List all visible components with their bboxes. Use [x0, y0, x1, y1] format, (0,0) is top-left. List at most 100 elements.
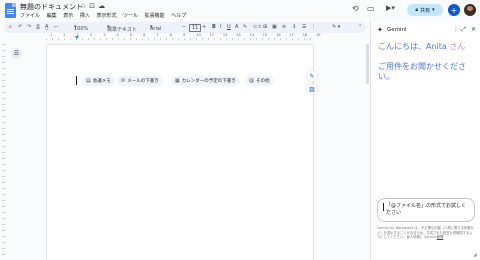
italic-icon[interactable]: I — [220, 24, 221, 30]
gemini-panel: ✦ Gemini ⋮ ⤢ ✕ こんにちは、Anita さん ご用件をお聞かせくだ… — [370, 22, 480, 260]
font-value: Arial — [150, 26, 162, 32]
checklist-icon[interactable]: ☰ — [302, 24, 306, 30]
gemini-prompt-input[interactable]: 「@ファイル名」の形式でお試しください — [377, 198, 475, 222]
comment-icon[interactable]: ▭ — [367, 4, 375, 13]
collapse-toolbar-icon[interactable]: ⌃ — [358, 24, 362, 30]
lock-icon: 🔒︎ — [415, 7, 419, 13]
move-folder-icon[interactable]: ⊡ — [89, 2, 98, 10]
search-menus-icon[interactable]: ⌕ — [9, 24, 12, 30]
gemini-sparkle-icon[interactable]: + — [448, 4, 460, 16]
increase-font-size-icon[interactable]: + — [202, 24, 206, 30]
horizontal-ruler[interactable]: 1 2 1 2 3 4 5 6 7 8 9 10 11 12 13 14 15 16 17 18 19 — [46, 33, 320, 40]
help-me-create-image-icon[interactable]: ▨ — [307, 84, 317, 94]
share-button[interactable]: 🔒︎ 共有 ▾ — [407, 4, 443, 16]
ruler-number: 11 — [209, 33, 215, 37]
gemini-greeting: こんにちは、Anita さん — [378, 42, 474, 52]
history-icon[interactable]: ⟲ — [352, 4, 359, 13]
ruler-number: 16 — [276, 33, 281, 37]
more-vert-icon[interactable]: ⋮ — [453, 26, 459, 33]
greeting-part-b: さん — [449, 42, 466, 51]
menu-help[interactable]: ヘルプ — [171, 13, 186, 19]
menu-file[interactable]: ファイル — [20, 13, 40, 19]
chip-more[interactable]: @ その他 — [245, 76, 274, 86]
at-icon: @ — [249, 78, 254, 84]
calendar-icon: ▦ — [175, 78, 180, 84]
menu-bar: ファイル 編集 表示 挿入 表示形式 ツール 拡張機能 ヘルプ — [20, 12, 191, 19]
vertical-ruler[interactable] — [2, 44, 5, 260]
menu-edit[interactable]: 編集 — [47, 13, 57, 19]
star-icon[interactable]: ☆ — [80, 2, 89, 10]
add-comment-icon[interactable]: ⊞ — [263, 24, 267, 30]
ruler-number: 8 — [169, 33, 172, 37]
close-icon[interactable]: ✕ — [471, 26, 476, 33]
ruler-number: 3 — [103, 33, 106, 37]
document-title[interactable]: 無題のドキュメント — [20, 2, 83, 12]
cloud-status-icon[interactable]: ☁ — [98, 2, 108, 10]
ruler-number: 1 — [50, 33, 53, 37]
avatar[interactable] — [464, 4, 476, 16]
text-cursor — [76, 76, 77, 85]
ruler-number: 12 — [222, 33, 228, 37]
undo-icon[interactable]: ↶ — [18, 24, 22, 30]
formatting-toolbar: ⌕ ↶ ↷ ⎙ A̲ ⌐ 100% ▾ 標準テキスト ▾ Arial ▾ − 1… — [4, 22, 366, 33]
style-value: 標準テキスト — [107, 27, 137, 33]
document-outline-icon[interactable]: ☰ — [11, 48, 22, 59]
font-size-input[interactable]: 11 — [189, 24, 202, 32]
ruler-number: 18 — [302, 33, 308, 37]
redo-icon[interactable]: ↷ — [27, 24, 31, 30]
help-me-write-icon[interactable]: ✎ — [307, 71, 317, 81]
input-cursor — [383, 203, 384, 211]
line-spacing-icon[interactable]: ↕ — [292, 24, 296, 30]
highlight-icon[interactable]: ✎ — [243, 24, 247, 30]
underline-icon[interactable]: U — [227, 24, 231, 30]
zoom-value: 100% — [74, 26, 89, 32]
expand-icon[interactable]: ⤢ — [461, 26, 466, 34]
indent-marker-icon[interactable] — [75, 36, 79, 39]
chip-email-draft[interactable]: ✉ メールの下書き — [117, 76, 163, 86]
spellcheck-icon[interactable]: A̲ — [45, 24, 48, 30]
font-select[interactable]: Arial ▾ — [150, 24, 161, 32]
gemini-disclaimer: Gemini for Workspace は、不正確な情報（人物に関する情報など… — [377, 226, 475, 240]
bold-icon[interactable]: B — [212, 24, 216, 30]
greeting-part-a: こんにちは、Anita — [378, 42, 450, 51]
ruler-ticks — [46, 38, 314, 40]
menu-tools[interactable]: ツール — [123, 13, 138, 19]
docs-logo-icon[interactable] — [5, 3, 16, 18]
style-select[interactable]: 標準テキスト ▾ — [107, 24, 137, 33]
print-icon[interactable]: ⎙ — [36, 24, 40, 30]
ruler-number: 14 — [249, 33, 254, 37]
ruler-number: 17 — [289, 33, 294, 37]
text-color-icon[interactable]: A — [235, 24, 238, 30]
ruler-number: 5 — [129, 33, 133, 37]
resize-handle-icon[interactable]: ◢ — [473, 252, 477, 258]
decrease-font-size-icon[interactable]: − — [182, 24, 186, 30]
link-icon[interactable]: ⊂⊃ — [253, 24, 261, 30]
menu-insert[interactable]: 挿入 — [80, 13, 90, 19]
more-options-icon[interactable]: ⋮ — [311, 24, 316, 30]
document-icon: ▤ — [86, 78, 91, 84]
ruler-number: 13 — [236, 33, 241, 37]
gemini-title: Gemini — [387, 27, 407, 33]
disclaimer-text: Gemini for Workspace は、不正確な情報（人物に関する情報など… — [377, 226, 474, 240]
chip-label: カレンダーの予定の下書き — [181, 79, 236, 84]
menu-extensions[interactable]: 拡張機能 — [145, 13, 165, 19]
paint-format-icon[interactable]: ⌐ — [54, 24, 58, 30]
ruler-number: 2 — [89, 33, 93, 37]
chip-label: その他 — [256, 79, 270, 84]
zoom-select[interactable]: 100% ▾ — [74, 24, 88, 32]
meet-icon[interactable]: ▶▾ — [386, 4, 395, 12]
disclaimer-link[interactable]: 新規 — [437, 235, 444, 239]
align-icon[interactable]: ≡ — [282, 24, 286, 30]
chip-meeting-notes[interactable]: ▤ 会議メモ — [82, 76, 115, 86]
gemini-prompt-text: ご用件をお聞かせください。 — [378, 62, 466, 81]
ruler-number: 6 — [143, 33, 146, 37]
menu-view[interactable]: 表示 — [63, 13, 73, 19]
editing-mode-icon[interactable]: ✎ ▾ — [332, 24, 340, 30]
chip-calendar-draft[interactable]: ▦ カレンダーの予定の下書き — [171, 76, 240, 86]
menu-format[interactable]: 表示形式 — [96, 13, 116, 19]
chip-label: 会議メモ — [92, 79, 111, 84]
scrollbar[interactable] — [366, 44, 369, 84]
ruler-number: 9 — [183, 33, 186, 37]
image-icon[interactable]: ▣ — [272, 24, 277, 30]
ruler-number: 19 — [316, 33, 321, 37]
